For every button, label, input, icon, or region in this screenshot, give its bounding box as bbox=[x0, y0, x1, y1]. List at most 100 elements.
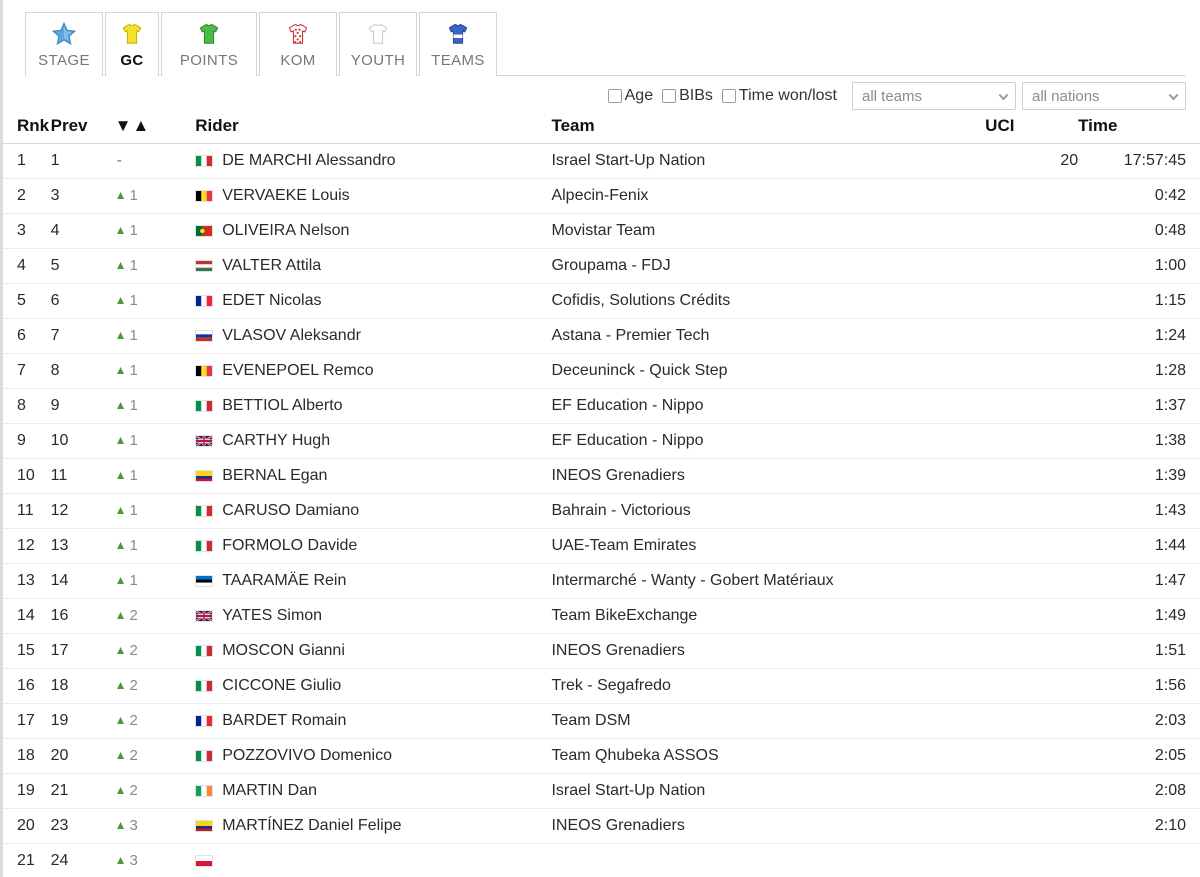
table-row[interactable]: 3 4 ▲ 1 OLIVEIRA Nelson Movistar Team 0:48 bbox=[3, 213, 1200, 249]
team-name[interactable]: Israel Start-Up Nation bbox=[551, 782, 705, 799]
checkbox-time-won-lost-box[interactable] bbox=[721, 89, 736, 103]
team-filter-select[interactable]: all teams bbox=[852, 82, 1016, 110]
tab-points[interactable]: POINTS bbox=[161, 12, 257, 76]
rider-name[interactable]: OLIVEIRA Nelson bbox=[222, 222, 349, 240]
table-row[interactable]: 5 6 ▲ 1 EDET Nicolas Cofidis, Solutions Cré… bbox=[3, 283, 1200, 319]
table-row[interactable]: 11- DE MARCHI Alessandro Israel Start-Up… bbox=[3, 143, 1200, 179]
table-row[interactable]: 2 3 ▲ 1 VERVAEKE Louis Alpecin-Fenix 0:42 bbox=[3, 178, 1200, 214]
cell-time: 0:48 bbox=[1078, 213, 1200, 249]
column-header-rnk[interactable]: Rnk bbox=[3, 116, 51, 144]
table-row[interactable]: 12 13 ▲ 1 FORMOLO Davide UAE-Team Emirates 1… bbox=[3, 528, 1200, 564]
tab-youth[interactable]: YOUTH bbox=[339, 12, 417, 76]
team-name[interactable]: Team DSM bbox=[551, 712, 630, 729]
table-row[interactable]: 14 16 ▲ 2 YATES Simon Team BikeExchange 1:49 bbox=[3, 598, 1200, 634]
rank-up-arrow-icon: ▲ bbox=[114, 363, 127, 377]
time-value: 1:56 bbox=[1154, 677, 1186, 694]
rider-name[interactable]: CARTHY Hugh bbox=[222, 432, 330, 450]
rider-name[interactable]: BARDET Romain bbox=[222, 712, 346, 730]
team-name[interactable]: EF Education - Nippo bbox=[551, 397, 703, 414]
checkbox-bibs-box[interactable] bbox=[662, 89, 677, 103]
tab-stage[interactable]: STAGE bbox=[25, 12, 103, 76]
cell-team: Trek - Segafredo bbox=[551, 668, 986, 704]
nation-filter-select[interactable]: all nations bbox=[1022, 82, 1186, 110]
cell-rank-delta: ▲ 1 bbox=[114, 283, 196, 319]
cell-time: 1:28 bbox=[1078, 353, 1200, 389]
rider-name[interactable]: EDET Nicolas bbox=[222, 292, 321, 310]
cell-rank-delta: ▲ 1 bbox=[114, 528, 196, 564]
team-name[interactable]: Movistar Team bbox=[551, 222, 655, 239]
column-header-rider[interactable]: Rider bbox=[195, 116, 552, 144]
table-row[interactable]: 19 21 ▲ 2 MARTIN Dan Israel Start-Up Nation… bbox=[3, 773, 1200, 809]
cell-time: 2:05 bbox=[1078, 738, 1200, 774]
column-header-uci[interactable]: UCI bbox=[985, 116, 1079, 144]
rider-name[interactable]: BERNAL Egan bbox=[222, 467, 327, 485]
team-name[interactable]: Deceuninck - Quick Step bbox=[551, 362, 727, 379]
team-name[interactable]: Alpecin-Fenix bbox=[551, 187, 648, 204]
rider-name[interactable]: MARTÍNEZ Daniel Felipe bbox=[222, 817, 401, 835]
table-row[interactable]: 13 14 ▲ 1 TAARAMÄE Rein Intermarché - Wanty… bbox=[3, 563, 1200, 599]
rider-name[interactable]: MOSCON Gianni bbox=[222, 642, 345, 660]
team-name[interactable]: Groupama - FDJ bbox=[551, 257, 670, 274]
table-row[interactable]: 20 23 ▲ 3 MARTÍNEZ Daniel Felipe INEOS Gren… bbox=[3, 808, 1200, 844]
table-row[interactable]: 10 11 ▲ 1 BERNAL Egan INEOS Grenadiers 1:39 bbox=[3, 458, 1200, 494]
column-header-team[interactable]: Team bbox=[551, 116, 986, 144]
checkbox-age-box[interactable] bbox=[607, 89, 622, 103]
tab-gc[interactable]: GC bbox=[105, 12, 159, 77]
rank-up-arrow-icon: ▲ bbox=[114, 678, 127, 692]
rider-name[interactable]: VALTER Attila bbox=[222, 257, 321, 275]
table-row[interactable]: 11 12 ▲ 1 CARUSO Damiano Bahrain - Victorio… bbox=[3, 493, 1200, 529]
table-row[interactable]: 16 18 ▲ 2 CICCONE Giulio Trek - Segafredo 1:… bbox=[3, 668, 1200, 704]
team-name[interactable]: INEOS Grenadiers bbox=[551, 817, 684, 834]
table-row[interactable]: 18 20 ▲ 2 POZZOVIVO Domenico Team Qhubeka A… bbox=[3, 738, 1200, 774]
team-name[interactable]: Trek - Segafredo bbox=[551, 677, 670, 694]
filter-checkbox-bibs[interactable]: BIBs bbox=[662, 87, 718, 105]
tab-teams[interactable]: TEAMS bbox=[419, 12, 497, 76]
rider-name[interactable]: CICCONE Giulio bbox=[222, 677, 341, 695]
table-row[interactable]: 9 10 ▲ 1 CARTHY Hugh EF Education - Nippo 1:… bbox=[3, 423, 1200, 459]
team-name[interactable]: Cofidis, Solutions Crédits bbox=[551, 292, 730, 309]
table-row[interactable]: 21 24 ▲ 3 bbox=[3, 843, 1200, 877]
rank-delta-value: 3 bbox=[129, 852, 138, 869]
filter-checkbox-time-won-lost[interactable]: Time won/lost bbox=[721, 87, 842, 105]
rider-name[interactable]: MARTIN Dan bbox=[222, 782, 317, 800]
table-row[interactable]: 8 9 ▲ 1 BETTIOL Alberto EF Education - Nipp… bbox=[3, 388, 1200, 424]
team-name[interactable]: Team Qhubeka ASSOS bbox=[551, 747, 718, 764]
rider-name[interactable]: TAARAMÄE Rein bbox=[222, 572, 346, 590]
team-name[interactable]: Team BikeExchange bbox=[551, 607, 697, 624]
cell-prev-rank: 7 bbox=[50, 318, 115, 354]
cell-prev-rank: 10 bbox=[50, 423, 115, 459]
team-name[interactable]: UAE-Team Emirates bbox=[551, 537, 696, 554]
column-header-prev[interactable]: Prev bbox=[50, 116, 115, 144]
rider-name[interactable]: FORMOLO Davide bbox=[222, 537, 357, 555]
rider-name[interactable]: BETTIOL Alberto bbox=[222, 397, 342, 415]
rider-name[interactable]: EVENEPOEL Remco bbox=[222, 362, 373, 380]
cell-rank-delta: ▲ 3 bbox=[114, 843, 196, 877]
column-header-sort-arrows[interactable]: ▼▲ bbox=[114, 116, 196, 144]
filter-checkbox-age[interactable]: Age bbox=[607, 87, 658, 105]
rider-name[interactable]: CARUSO Damiano bbox=[222, 502, 359, 520]
rider-name[interactable]: POZZOVIVO Domenico bbox=[222, 747, 392, 765]
cell-rank-delta: - bbox=[114, 143, 196, 179]
team-name[interactable]: EF Education - Nippo bbox=[551, 432, 703, 449]
cell-rank: 3 bbox=[3, 213, 51, 249]
table-row[interactable]: 15 17 ▲ 2 MOSCON Gianni INEOS Grenadiers 1:5… bbox=[3, 633, 1200, 669]
team-name[interactable]: Astana - Premier Tech bbox=[551, 327, 709, 344]
cell-rider: OLIVEIRA Nelson bbox=[195, 213, 552, 249]
team-name[interactable]: INEOS Grenadiers bbox=[551, 467, 684, 484]
cell-rider: YATES Simon bbox=[195, 598, 552, 634]
cell-rank: 8 bbox=[3, 388, 51, 424]
table-row[interactable]: 17 19 ▲ 2 BARDET Romain Team DSM 2:03 bbox=[3, 703, 1200, 739]
rider-name[interactable]: VERVAEKE Louis bbox=[222, 187, 349, 205]
rider-name[interactable]: VLASOV Aleksandr bbox=[222, 327, 361, 345]
tab-kom[interactable]: KOM bbox=[259, 12, 337, 76]
table-row[interactable]: 6 7 ▲ 1 VLASOV Aleksandr Astana - Premier T… bbox=[3, 318, 1200, 354]
team-name[interactable]: Bahrain - Victorious bbox=[551, 502, 690, 519]
team-name[interactable]: Israel Start-Up Nation bbox=[551, 152, 705, 169]
rider-name[interactable]: DE MARCHI Alessandro bbox=[222, 152, 395, 170]
table-row[interactable]: 4 5 ▲ 1 VALTER Attila Groupama - FDJ 1:00 bbox=[3, 248, 1200, 284]
column-header-time[interactable]: Time bbox=[1078, 116, 1200, 144]
rider-name[interactable]: YATES Simon bbox=[222, 607, 322, 625]
team-name[interactable]: Intermarché - Wanty - Gobert Matériaux bbox=[551, 572, 833, 589]
team-name[interactable]: INEOS Grenadiers bbox=[551, 642, 684, 659]
table-row[interactable]: 7 8 ▲ 1 EVENEPOEL Remco Deceuninck - Quick … bbox=[3, 353, 1200, 389]
